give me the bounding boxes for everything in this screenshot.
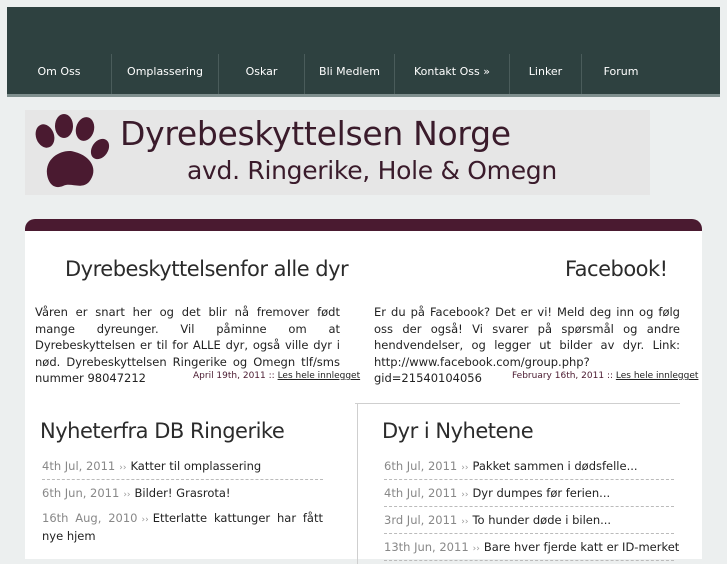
banner-title: Dyrebeskyttelsen Norge — [120, 114, 511, 153]
paw-logo-icon — [35, 114, 110, 188]
post-date-right: February 16th, 2011 — [512, 371, 605, 381]
chevron-icon: ›› — [141, 515, 149, 525]
nav-item-bli-medlem[interactable]: Bli Medlem — [305, 54, 395, 94]
item-date: 4th Jul, 2011 — [384, 486, 458, 500]
item-title[interactable]: Dyr dumpes før ferien... — [472, 486, 610, 500]
post-heading-left[interactable]: Dyrebeskyttelsenfor alle dyr — [65, 257, 349, 281]
content-card: Dyrebeskyttelsenfor alle dyr Våren er sn… — [25, 219, 702, 564]
chevron-icon: ›› — [461, 463, 469, 473]
nav-item-kontakt-oss[interactable]: Kontakt Oss » — [395, 54, 510, 94]
item-date: 3rd Jul, 2011 — [384, 513, 458, 527]
site-banner[interactable]: Dyrebeskyttelsen Norge avd. Ringerike, H… — [25, 110, 650, 195]
post-meta-left: April 19th, 2011 :: Les hele innlegget — [193, 371, 360, 381]
column-divider — [357, 404, 358, 564]
news-local-list: 4th Jul, 2011 ›› Katter til omplassering 6… — [42, 453, 323, 549]
list-item[interactable]: 6th Jul, 2011 ›› Pakket sammen i dødsfelle… — [384, 453, 674, 480]
nav-item-forum[interactable]: Forum — [582, 54, 660, 94]
nav-item-om-oss[interactable]: Om Oss — [7, 54, 112, 94]
chevron-icon: ›› — [461, 490, 469, 500]
meta-separator: :: — [606, 371, 614, 381]
chevron-icon: ›› — [461, 517, 469, 527]
chevron-icon: ›› — [119, 463, 127, 473]
nav-menu: Om Oss Omplassering Oskar Bli Medlem Kon… — [7, 54, 720, 94]
list-item[interactable]: 4th Jul, 2011 ›› Katter til omplassering — [42, 453, 323, 480]
list-item[interactable]: 4th Jul, 2011 ›› Dyr dumpes før ferien... — [384, 480, 674, 507]
item-date: 6th Jul, 2011 — [384, 459, 458, 473]
banner-subtitle: avd. Ringerike, Hole & Omegn — [187, 156, 557, 185]
top-navigation: Om Oss Omplassering Oskar Bli Medlem Kon… — [7, 7, 720, 97]
item-date: 13th Jun, 2011 — [384, 540, 469, 554]
item-date: 4th Jul, 2011 — [42, 459, 116, 473]
divider — [355, 403, 680, 404]
read-more-link-left[interactable]: Les hele innlegget — [278, 371, 361, 381]
item-title[interactable]: Pakket sammen i dødsfelle... — [472, 459, 637, 473]
item-title[interactable]: Bare hver fjerde katt er ID-merket — [484, 540, 679, 554]
chevron-icon: ›› — [472, 544, 480, 554]
item-title[interactable]: Katter til omplassering — [130, 459, 261, 473]
list-item[interactable]: 16th Aug, 2010 ›› Etterlatte kattunger har… — [42, 507, 323, 549]
list-item[interactable]: 6th Jun, 2011 ›› Bilder! Grasrota! — [42, 480, 323, 507]
nav-item-oskar[interactable]: Oskar — [219, 54, 305, 94]
post-heading-right[interactable]: Facebook! — [565, 257, 668, 281]
nav-item-omplassering[interactable]: Omplassering — [112, 54, 219, 94]
news-animals-heading: Dyr i Nyhetene — [382, 419, 534, 443]
meta-separator: :: — [268, 371, 275, 381]
item-date: 16th Aug, 2010 — [42, 511, 138, 525]
post-meta-right: February 16th, 2011 :: Les hele innlegge… — [512, 371, 698, 381]
chevron-icon: ›› — [123, 490, 131, 500]
list-item[interactable]: 13th Jun, 2011 ›› Bare hver fjerde katt er… — [384, 534, 679, 561]
list-item[interactable]: 3rd Jul, 2011 ›› To hunder døde i bilen... — [384, 507, 674, 534]
nav-item-linker[interactable]: Linker — [510, 54, 582, 94]
news-local-heading: Nyheterfra DB Ringerike — [40, 419, 285, 443]
read-more-link-right[interactable]: Les hele innlegget — [616, 371, 699, 381]
item-title[interactable]: To hunder døde i bilen... — [472, 513, 611, 527]
post-date-left: April 19th, 2011 — [193, 371, 266, 381]
item-date: 6th Jun, 2011 — [42, 486, 120, 500]
item-title[interactable]: Bilder! Grasrota! — [135, 486, 231, 500]
